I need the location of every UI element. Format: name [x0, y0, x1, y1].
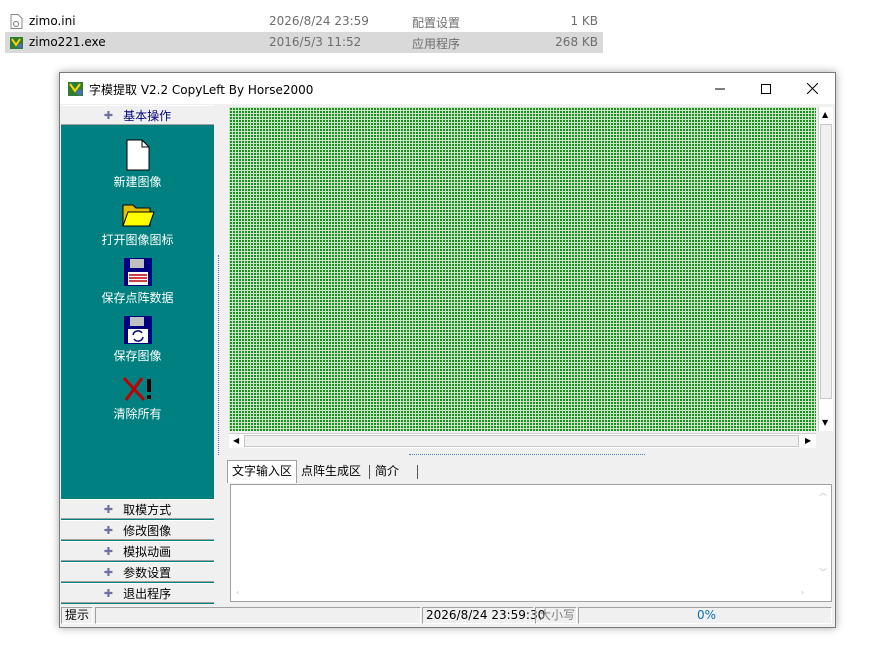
- text-horizontal-scrollbar[interactable]: ‹ ›: [231, 585, 815, 601]
- tab-dot-matrix[interactable]: 点阵生成区: [297, 461, 365, 482]
- tab-separator: [417, 465, 418, 479]
- maximize-icon: [761, 83, 771, 94]
- save-image-button[interactable]: 保存图像: [61, 315, 214, 364]
- file-row-zimo-ini[interactable]: zimo.ini 2026/8/24 23:59 配置设置 1 KB: [5, 11, 603, 32]
- tool-label: 保存点阵数据: [101, 291, 174, 305]
- maximize-button[interactable]: [743, 73, 789, 104]
- scroll-up-icon[interactable]: ▲: [822, 111, 828, 119]
- expand-icon: ✚: [103, 586, 114, 600]
- status-progress: 0%: [578, 607, 832, 624]
- file-date: 2016/5/3 11:52: [269, 35, 362, 49]
- new-image-button[interactable]: 新建图像: [61, 139, 214, 190]
- scroll-thumb[interactable]: [820, 124, 832, 399]
- pixel-grid[interactable]: [229, 107, 816, 431]
- status-datetime: 2026/8/24 23:59:30: [422, 607, 545, 624]
- tab-introduction[interactable]: 简介: [371, 461, 403, 482]
- tab-label: 简介: [375, 464, 400, 478]
- new-page-icon: [126, 139, 149, 171]
- scroll-left-icon[interactable]: ‹: [236, 589, 239, 597]
- splitter-grip: [409, 454, 645, 455]
- group-label: 退出程序: [123, 586, 172, 601]
- vertical-splitter[interactable]: [215, 105, 225, 604]
- canvas-area: ▲ ▼ ◀ ▶: [227, 105, 835, 451]
- text-input-area[interactable]: ︿ ﹀ ‹ ›: [230, 484, 832, 602]
- status-hint: 提示: [61, 607, 93, 624]
- status-progress-text: 0%: [696, 608, 717, 622]
- save-data-button[interactable]: 保存点阵数据: [61, 257, 214, 306]
- group-label: 模拟动画: [123, 544, 172, 559]
- app-window: 字模提取 V2.2 CopyLeft By Horse2000 ✚ 基本操作 新…: [59, 72, 836, 628]
- file-row-zimo221-exe[interactable]: zimo221.exe 2016/5/3 11:52 应用程序 268 KB: [5, 32, 603, 53]
- folder-open-icon: [121, 204, 155, 227]
- tool-label: 打开图像图标: [101, 233, 174, 247]
- splitter-grip: [218, 255, 221, 455]
- close-icon: [806, 83, 818, 94]
- group-parameter-settings[interactable]: ✚ 参数设置: [61, 562, 214, 582]
- group-modify-image[interactable]: ✚ 修改图像: [61, 520, 214, 540]
- horizontal-scrollbar[interactable]: ◀ ▶: [229, 433, 816, 448]
- expand-icon: ✚: [103, 544, 114, 558]
- open-image-button[interactable]: 打开图像图标: [61, 199, 214, 248]
- expand-icon: ✚: [103, 523, 114, 537]
- tool-label: 新建图像: [113, 175, 162, 189]
- vertical-scrollbar[interactable]: ▲ ▼: [818, 107, 833, 431]
- group-basic-operations[interactable]: ✚ 基本操作: [61, 105, 214, 125]
- clear-all-button[interactable]: 清除所有: [61, 375, 214, 422]
- status-hint-text: 提示: [65, 608, 90, 622]
- app-icon: [68, 82, 83, 96]
- file-type: 应用程序: [412, 37, 461, 51]
- expand-icon: ✚: [103, 565, 114, 579]
- tab-text-input[interactable]: 文字输入区: [227, 460, 298, 483]
- clear-all-icon: [122, 376, 151, 402]
- group-simulate-animation[interactable]: ✚ 模拟动画: [61, 541, 214, 561]
- file-name: zimo221.exe: [29, 35, 106, 49]
- scroll-left-icon[interactable]: ◀: [233, 437, 239, 445]
- file-size: 1 KB: [570, 14, 598, 28]
- group-label: 修改图像: [123, 523, 172, 538]
- tab-label: 文字输入区: [232, 464, 293, 478]
- tab-strip: 文字输入区 点阵生成区 简介: [227, 460, 835, 483]
- scroll-up-icon[interactable]: ︿: [819, 489, 827, 497]
- status-message: [95, 607, 421, 624]
- file-type: 配置设置: [412, 16, 461, 30]
- tab-separator: [369, 465, 370, 479]
- group-sampling-mode[interactable]: ✚ 取模方式: [61, 499, 214, 519]
- expand-icon: ✚: [103, 108, 114, 122]
- ini-file-icon: [10, 14, 23, 29]
- window-title: 字模提取 V2.2 CopyLeft By Horse2000: [89, 83, 314, 97]
- status-caps-text: 大小写: [539, 608, 576, 622]
- text-vertical-scrollbar[interactable]: ︿ ﹀: [815, 485, 831, 585]
- save-image-disk-icon: [123, 316, 152, 344]
- file-name: zimo.ini: [29, 14, 76, 28]
- group-label: 基本操作: [123, 108, 172, 123]
- status-caps: 大小写: [535, 607, 577, 624]
- status-bar: 提示 2026/8/24 23:59:30 大小写 0%: [60, 606, 835, 626]
- minimize-icon: [715, 88, 725, 89]
- group-label: 参数设置: [123, 565, 172, 580]
- tool-label: 保存图像: [113, 349, 162, 363]
- tool-panel: ✚ 基本操作 新建图像 打开图像图标 保存点阵数据 保存图像 清除所有 ✚ 取模…: [61, 105, 214, 604]
- group-label: 取模方式: [123, 502, 172, 517]
- close-button[interactable]: [789, 73, 835, 104]
- tab-label: 点阵生成区: [301, 464, 362, 478]
- scroll-right-icon[interactable]: ▶: [805, 437, 811, 445]
- scroll-down-icon[interactable]: ▼: [822, 419, 828, 427]
- scroll-thumb[interactable]: [244, 435, 799, 447]
- scroll-down-icon[interactable]: ﹀: [819, 569, 827, 577]
- file-date: 2026/8/24 23:59: [269, 14, 369, 28]
- horizontal-splitter[interactable]: [227, 451, 835, 460]
- exe-app-icon: [10, 37, 23, 49]
- tool-label: 清除所有: [113, 407, 162, 421]
- group-exit-program[interactable]: ✚ 退出程序: [61, 583, 214, 603]
- scroll-right-icon[interactable]: ›: [801, 589, 804, 597]
- save-data-disk-icon: [123, 258, 152, 286]
- file-size: 268 KB: [555, 35, 598, 49]
- minimize-button[interactable]: [697, 73, 743, 104]
- title-bar[interactable]: 字模提取 V2.2 CopyLeft By Horse2000: [60, 73, 835, 104]
- status-datetime-text: 2026/8/24 23:59:30: [426, 608, 546, 622]
- expand-icon: ✚: [103, 502, 114, 516]
